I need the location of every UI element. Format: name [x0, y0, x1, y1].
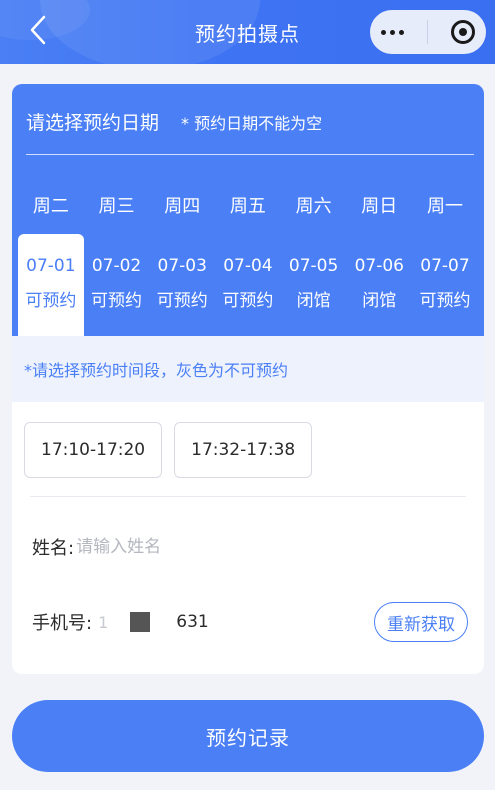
capsule-divider: [426, 20, 428, 44]
weekday-row: 周二 周三 周四 周五 周六 周日 周一: [18, 192, 484, 218]
date-text: 07-01: [26, 256, 76, 276]
refresh-phone-button[interactable]: 重新获取: [374, 602, 468, 642]
date-text: 07-05: [288, 256, 339, 276]
date-text: 07-07: [420, 256, 470, 276]
time-slot-list: 17:10-17:20 17:32-17:38: [24, 422, 313, 478]
time-slot-option[interactable]: 17:32-17:38: [174, 422, 313, 478]
weekday-label: 周六: [295, 196, 332, 217]
weekday-label: 周一: [426, 196, 463, 217]
date-text: 07-02: [91, 256, 142, 276]
date-option-07-02[interactable]: 07-02 可预约: [84, 234, 150, 336]
date-option-07-07[interactable]: 07-07 可预约: [412, 234, 478, 336]
date-option-07-05[interactable]: 07-05 闭馆: [281, 234, 347, 336]
phone-suffix: 631: [176, 612, 209, 632]
name-label: 姓名:: [32, 538, 75, 559]
date-heading: 请选择预约日期 * 预约日期不能为空: [26, 108, 322, 135]
time-hint-bar: *请选择预约时间段，灰色为不可预约: [12, 336, 484, 402]
divider: [26, 154, 474, 155]
date-row: 07-01 可预约 07-02 可预约 07-03 可预约 07-04 可预约 …: [18, 234, 484, 336]
date-option-07-04[interactable]: 07-04 可预约: [215, 234, 281, 336]
date-option-07-01[interactable]: 07-01 可预约: [18, 234, 84, 336]
weekday-label: 周四: [164, 196, 201, 217]
more-dots-icon[interactable]: [381, 29, 405, 35]
date-status: 可预约: [222, 291, 274, 311]
date-status: 闭馆: [362, 291, 397, 311]
date-status: 闭馆: [296, 291, 331, 311]
date-status: 可预约: [91, 291, 143, 311]
date-heading-label: 请选择预约日期: [26, 112, 160, 134]
weekday-label: 周二: [32, 196, 69, 217]
name-row: 姓名:: [32, 534, 377, 560]
date-option-07-03[interactable]: 07-03 可预约: [149, 234, 215, 336]
booking-records-button[interactable]: 预约记录: [12, 700, 484, 772]
target-circle-icon[interactable]: [450, 20, 475, 44]
booking-card: 请选择预约日期 * 预约日期不能为空 周二 周三 周四 周五 周六 周日 周一 …: [12, 84, 484, 674]
time-slot-option[interactable]: 17:10-17:20: [24, 422, 163, 478]
divider: [30, 496, 466, 497]
mini-program-capsule: [370, 10, 486, 54]
date-status: 可预约: [419, 291, 471, 311]
redaction-block: [130, 612, 151, 632]
phone-value: 1 631: [98, 612, 209, 632]
name-input[interactable]: [76, 537, 377, 557]
weekday-label: 周三: [98, 196, 135, 217]
date-option-07-06[interactable]: 07-06 闭馆: [346, 234, 412, 336]
date-panel: 请选择预约日期 * 预约日期不能为空 周二 周三 周四 周五 周六 周日 周一 …: [12, 84, 484, 336]
phone-row: 手机号: 1 631 重新获取: [32, 602, 468, 642]
phone-label: 手机号:: [32, 613, 93, 634]
weekday-label: 周五: [229, 196, 266, 217]
time-hint-text: *请选择预约时间段，灰色为不可预约: [24, 361, 289, 380]
date-text: 07-04: [223, 256, 273, 276]
date-status: 可预约: [156, 291, 208, 311]
date-text: 07-06: [354, 256, 404, 276]
phone-prefix: 1: [98, 612, 109, 632]
title-bar: 预约拍摄点: [0, 0, 495, 64]
weekday-label: 周日: [361, 196, 398, 217]
date-required-note: * 预约日期不能为空: [181, 114, 323, 133]
date-text: 07-03: [157, 256, 207, 276]
date-status: 可预约: [25, 291, 77, 311]
